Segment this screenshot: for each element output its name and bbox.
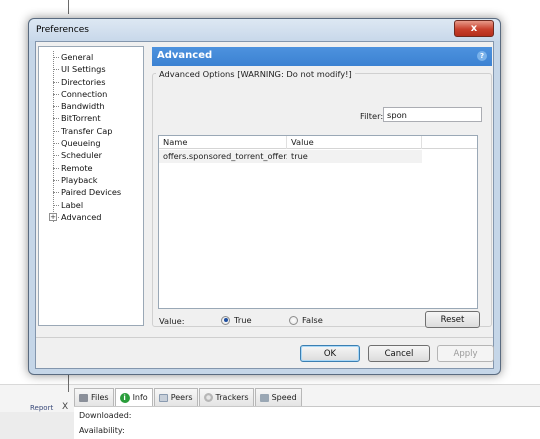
radio-false-indicator[interactable] [289, 315, 298, 325]
tab-info[interactable]: i Info [114, 388, 153, 406]
background-divider-bottom [68, 374, 69, 392]
speed-icon [259, 393, 269, 402]
report-label[interactable]: Report [30, 404, 53, 412]
background-divider-top [68, 0, 69, 14]
tab-peers[interactable]: Peers [153, 388, 198, 406]
radio-false[interactable]: False [289, 315, 323, 325]
options-list[interactable]: Name Value offers.sponsored_torrent_offe… [158, 135, 478, 309]
tree-item-paired-devices[interactable]: Paired Devices [39, 186, 143, 198]
tree-item-remote[interactable]: Remote [39, 162, 143, 174]
tree-item-scheduler[interactable]: Scheduler [39, 149, 143, 161]
cancel-button-label: Cancel [384, 348, 414, 359]
files-icon [79, 393, 88, 402]
column-header-value[interactable]: Value [287, 136, 422, 149]
tab-speed[interactable]: Speed [254, 388, 302, 406]
availability-label: Availability: [79, 426, 125, 435]
dialog-title: Preferences [36, 25, 89, 35]
trackers-icon [203, 393, 213, 402]
tab-speed-label: Speed [271, 393, 297, 402]
tab-info-label: Info [132, 393, 148, 402]
radio-true[interactable]: True [221, 315, 252, 325]
tree-item-general[interactable]: General [39, 51, 143, 63]
row-value-cell: true [291, 151, 308, 161]
tree-item-ui-settings[interactable]: UI Settings [39, 63, 143, 75]
background-left-strip [0, 412, 74, 439]
radio-false-label: False [302, 315, 323, 325]
tree-item-directories[interactable]: Directories [39, 76, 143, 88]
cancel-button[interactable]: Cancel [368, 345, 430, 362]
tab-trackers-label: Trackers [215, 393, 249, 402]
tab-trackers[interactable]: Trackers [198, 388, 254, 406]
tree-item-transfer-cap[interactable]: Transfer Cap [39, 125, 143, 137]
tree-item-bandwidth[interactable]: Bandwidth [39, 100, 143, 112]
downloaded-label: Downloaded: [79, 411, 132, 420]
radio-true-label: True [234, 315, 252, 325]
row-name-cell: offers.sponsored_torrent_offer... [163, 151, 287, 161]
tab-files[interactable]: Files [74, 388, 114, 406]
panel-title: Advanced [157, 50, 213, 61]
button-separator [36, 337, 493, 338]
title-bar[interactable]: Preferences x [29, 19, 500, 41]
ok-button-label: OK [323, 348, 337, 359]
tree-item-advanced[interactable]: + Advanced [39, 211, 143, 223]
tree-item-connection[interactable]: Connection [39, 88, 143, 100]
tree-item-queueing[interactable]: Queueing [39, 137, 143, 149]
tree-item-label[interactable]: Label [39, 199, 143, 211]
peers-icon [158, 393, 168, 402]
radio-true-indicator[interactable] [221, 315, 230, 325]
close-button[interactable]: x [454, 20, 494, 37]
tree-item-playback[interactable]: Playback [39, 174, 143, 186]
column-header-name[interactable]: Name [159, 136, 287, 149]
apply-button[interactable]: Apply [437, 345, 494, 362]
preferences-dialog: Preferences x General UI Settings Direct… [28, 18, 501, 375]
close-icon: x [470, 23, 478, 34]
reset-button-label: Reset [440, 314, 465, 325]
list-header: Name Value [159, 136, 477, 149]
panel-header: Advanced ? [152, 47, 492, 66]
dialog-client-area: General UI Settings Directories Connecti… [35, 41, 494, 369]
reset-button[interactable]: Reset [425, 311, 480, 328]
category-tree[interactable]: General UI Settings Directories Connecti… [38, 46, 144, 326]
tab-files-label: Files [91, 393, 109, 402]
info-icon: i [119, 392, 130, 403]
ok-button[interactable]: OK [300, 345, 360, 362]
tree-item-bittorrent[interactable]: BitTorrent [39, 112, 143, 124]
info-panel [74, 406, 540, 439]
help-icon[interactable]: ? [477, 51, 487, 61]
list-row[interactable]: offers.sponsored_torrent_offer... true [159, 150, 422, 163]
tab-peers-label: Peers [170, 393, 193, 402]
group-title: Advanced Options [WARNING: Do not modify… [156, 69, 355, 79]
expand-icon[interactable]: + [49, 212, 57, 221]
value-label: Value: [159, 316, 185, 326]
report-close-icon[interactable]: X [62, 402, 68, 412]
tree-item-advanced-label: Advanced [61, 211, 102, 222]
detail-tabs: Files i Info Peers Trackers Speed [74, 388, 303, 406]
filter-label: Filter: [360, 111, 384, 121]
apply-button-label: Apply [453, 348, 478, 359]
filter-input[interactable] [383, 107, 482, 122]
